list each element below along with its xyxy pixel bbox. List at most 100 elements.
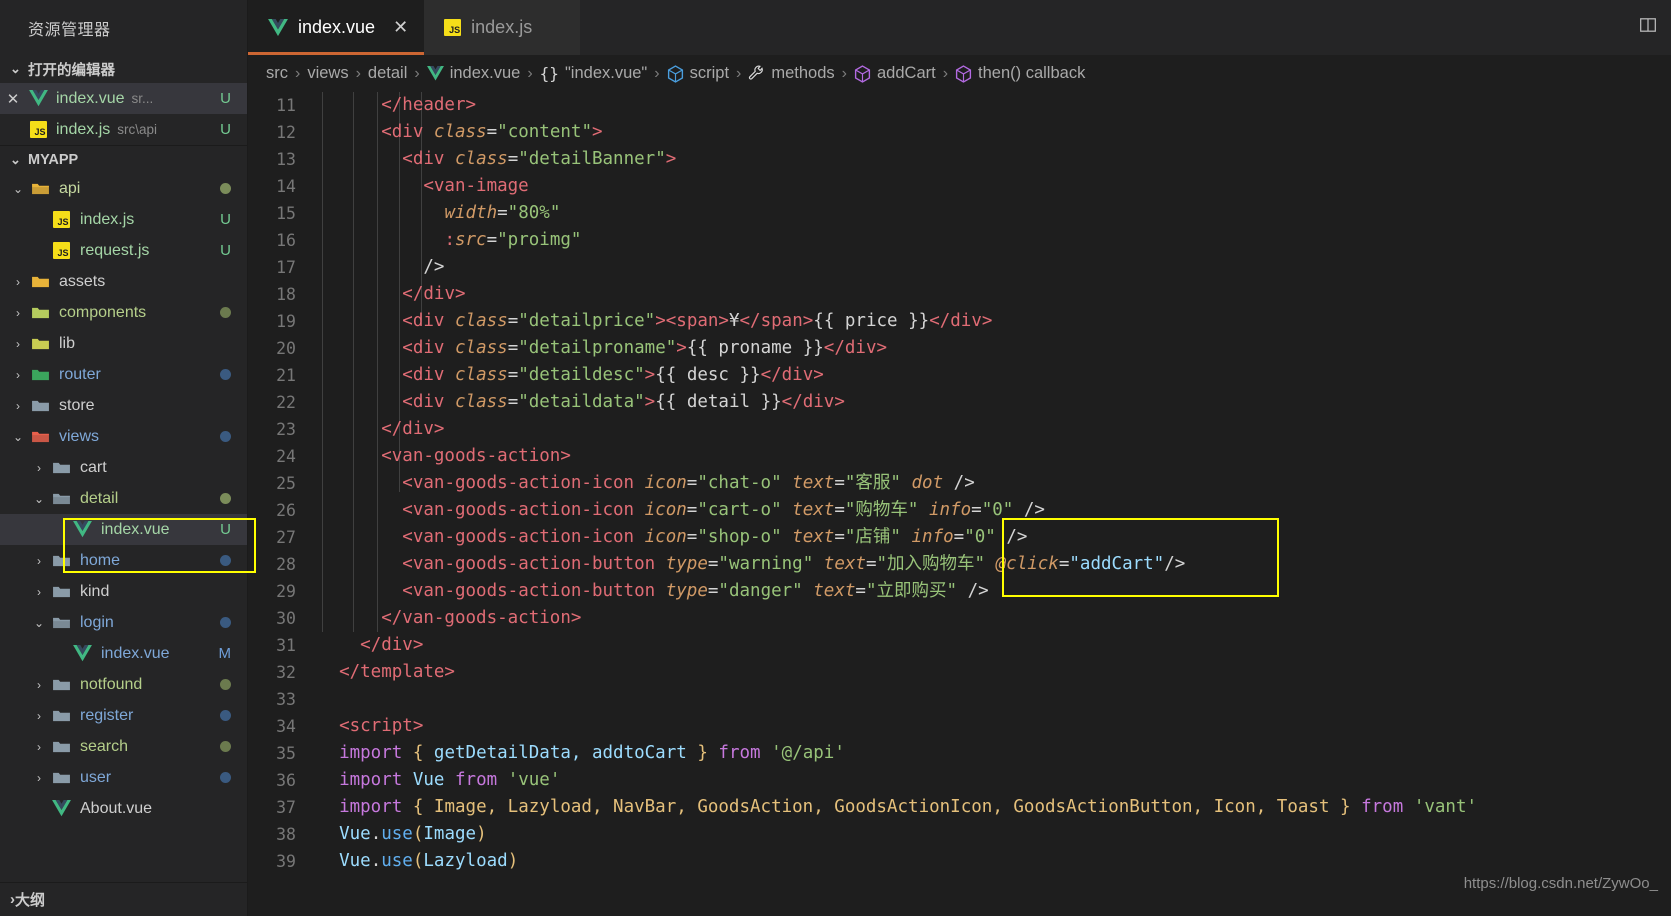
breadcrumb-item-indexvue[interactable]: index.vue: [423, 64, 525, 83]
code-line[interactable]: 13 <div class="detailBanner">: [248, 146, 1671, 173]
chevron-right-icon[interactable]: ›: [29, 772, 49, 784]
code-line[interactable]: 23 </div>: [248, 416, 1671, 443]
breadcrumb-item-script[interactable]: script: [663, 64, 733, 83]
breadcrumb-item-indexvue[interactable]: {} "index.vue": [536, 64, 652, 83]
chevron-down-icon[interactable]: ⌄: [8, 431, 28, 443]
code-line[interactable]: 25 <van-goods-action-icon icon="chat-o" …: [248, 470, 1671, 497]
breadcrumb[interactable]: src › views › detail › index.vue › {} "index.vue…: [248, 55, 1671, 92]
tree-file-request-js[interactable]: JS request.js U: [0, 235, 247, 266]
close-icon[interactable]: ✕: [393, 17, 408, 38]
tree-folder-assets[interactable]: › assets: [0, 266, 247, 297]
code-line[interactable]: 33: [248, 686, 1671, 713]
chevron-right-icon[interactable]: ›: [29, 462, 49, 474]
open-editor-name: index.js: [56, 120, 111, 138]
chevron-right-icon[interactable]: ›: [29, 741, 49, 753]
vue-icon: [70, 521, 94, 538]
chevron-right-icon[interactable]: ›: [29, 586, 49, 598]
outline-section[interactable]: › 大纲: [0, 882, 247, 916]
tree-folder-notfound[interactable]: › notfound: [0, 669, 247, 700]
chevron-right-icon[interactable]: ›: [29, 555, 49, 567]
code-line[interactable]: 36 import Vue from 'vue': [248, 767, 1671, 794]
folder-open-icon: [31, 183, 49, 195]
code-content[interactable]: 11 </header> 12 <div class="content"> 13 <…: [248, 92, 1671, 916]
chevron-right-icon[interactable]: ›: [29, 710, 49, 722]
breadcrumb-label: views: [307, 64, 349, 82]
chevron-down-icon[interactable]: ⌄: [29, 493, 49, 505]
code-line[interactable]: 39 Vue.use(Lazyload): [248, 848, 1671, 875]
breadcrumb-item-views[interactable]: views: [303, 64, 352, 83]
code-line[interactable]: 28 <van-goods-action-button type="warnin…: [248, 551, 1671, 578]
code-line[interactable]: 21 <div class="detaildesc">{{ desc }}</d…: [248, 362, 1671, 389]
tree-folder-register[interactable]: › register: [0, 700, 247, 731]
tree-folder-detail[interactable]: ⌄ detail: [0, 483, 247, 514]
code-line[interactable]: 14 <van-image: [248, 173, 1671, 200]
code-line[interactable]: 24 <van-goods-action>: [248, 443, 1671, 470]
tree-folder-login[interactable]: ⌄ login: [0, 607, 247, 638]
tree-folder-user[interactable]: › user: [0, 762, 247, 793]
tree-folder-kind[interactable]: › kind: [0, 576, 247, 607]
open-editor-item-index-vue[interactable]: ✕ index.vue sr... U: [0, 83, 247, 114]
tree-folder-api[interactable]: ⌄ api: [0, 173, 247, 204]
tab-index-vue[interactable]: index.vue ✕: [248, 0, 425, 55]
code-line[interactable]: 37 import { Image, Lazyload, NavBar, Goo…: [248, 794, 1671, 821]
tree-folder-components[interactable]: › components: [0, 297, 247, 328]
code-editor[interactable]: 11 </header> 12 <div class="content"> 13 <…: [248, 92, 1671, 916]
tree-file-About-vue[interactable]: About.vue: [0, 793, 247, 824]
code-line[interactable]: 12 <div class="content">: [248, 119, 1671, 146]
tree-file-index-vue[interactable]: index.vue U: [0, 514, 247, 545]
breadcrumb-item-detail[interactable]: detail: [364, 64, 411, 83]
tree-file-index-js[interactable]: JS index.js U: [0, 204, 247, 235]
breadcrumb-item-addcart[interactable]: addCart: [850, 64, 940, 83]
code-line[interactable]: 26 <van-goods-action-icon icon="cart-o" …: [248, 497, 1671, 524]
code-line[interactable]: 31 </div>: [248, 632, 1671, 659]
chevron-right-icon[interactable]: ›: [29, 679, 49, 691]
code-line[interactable]: 32 </template>: [248, 659, 1671, 686]
breadcrumb-item-src[interactable]: src: [262, 64, 292, 83]
code-line[interactable]: 22 <div class="detaildata">{{ detail }}<…: [248, 389, 1671, 416]
close-icon[interactable]: ✕: [0, 90, 26, 108]
code-line[interactable]: 29 <van-goods-action-button type="danger…: [248, 578, 1671, 605]
code-line[interactable]: 38 Vue.use(Image): [248, 821, 1671, 848]
chevron-right-icon[interactable]: ›: [8, 400, 28, 412]
code-line[interactable]: 16 :src="proimg": [248, 227, 1671, 254]
chevron-right-icon[interactable]: ›: [8, 338, 28, 350]
tree-item-label: login: [80, 613, 114, 631]
vue-icon: [28, 90, 48, 107]
breadcrumb-item-methods[interactable]: methods: [744, 64, 838, 83]
code-line[interactable]: 34 <script>: [248, 713, 1671, 740]
code-line[interactable]: 18 </div>: [248, 281, 1671, 308]
chevron-down-icon[interactable]: ⌄: [8, 183, 28, 195]
breadcrumb-separator: ›: [295, 64, 301, 82]
breadcrumb-item-thencallback[interactable]: then() callback: [951, 64, 1089, 83]
code-line[interactable]: 11 </header>: [248, 92, 1671, 119]
project-header[interactable]: ⌄ MYAPP: [0, 145, 247, 173]
tree-folder-lib[interactable]: › lib: [0, 328, 247, 359]
chevron-right-icon[interactable]: ›: [8, 307, 28, 319]
tree-file-index-vue[interactable]: index.vue M: [0, 638, 247, 669]
explorer-title: 资源管理器: [28, 21, 111, 39]
open-editors-header[interactable]: ⌄ 打开的编辑器: [0, 55, 247, 83]
tree-folder-router[interactable]: › router: [0, 359, 247, 390]
tree-folder-store[interactable]: › store: [0, 390, 247, 421]
chevron-right-icon[interactable]: ›: [8, 369, 28, 381]
chevron-down-icon[interactable]: ⌄: [29, 617, 49, 629]
chevron-right-icon[interactable]: ›: [8, 276, 28, 288]
code-line[interactable]: 19 <div class="detailprice"><span>¥</spa…: [248, 308, 1671, 335]
folder-status-dot: [220, 710, 231, 721]
split-editor-icon[interactable]: [1639, 16, 1657, 39]
code-line[interactable]: 15 width="80%": [248, 200, 1671, 227]
editor-actions[interactable]: [1639, 0, 1671, 55]
tree-folder-search[interactable]: › search: [0, 731, 247, 762]
tab-index-js[interactable]: JS index.js: [424, 0, 581, 55]
code-line[interactable]: 27 <van-goods-action-icon icon="shop-o" …: [248, 524, 1671, 551]
open-editor-item-index-js[interactable]: JS index.js src\api U: [0, 114, 247, 145]
code-line[interactable]: 30 </van-goods-action>: [248, 605, 1671, 632]
tree-folder-cart[interactable]: › cart: [0, 452, 247, 483]
code-line[interactable]: 20 <div class="detailproname">{{ proname…: [248, 335, 1671, 362]
code-line[interactable]: 35 import { getDetailData, addtoCart } f…: [248, 740, 1671, 767]
line-text: <van-goods-action>: [381, 446, 571, 466]
code-line[interactable]: 17 />: [248, 254, 1671, 281]
tree-folder-home[interactable]: › home: [0, 545, 247, 576]
tree-item-label: request.js: [80, 241, 150, 259]
tree-folder-views[interactable]: ⌄ views: [0, 421, 247, 452]
